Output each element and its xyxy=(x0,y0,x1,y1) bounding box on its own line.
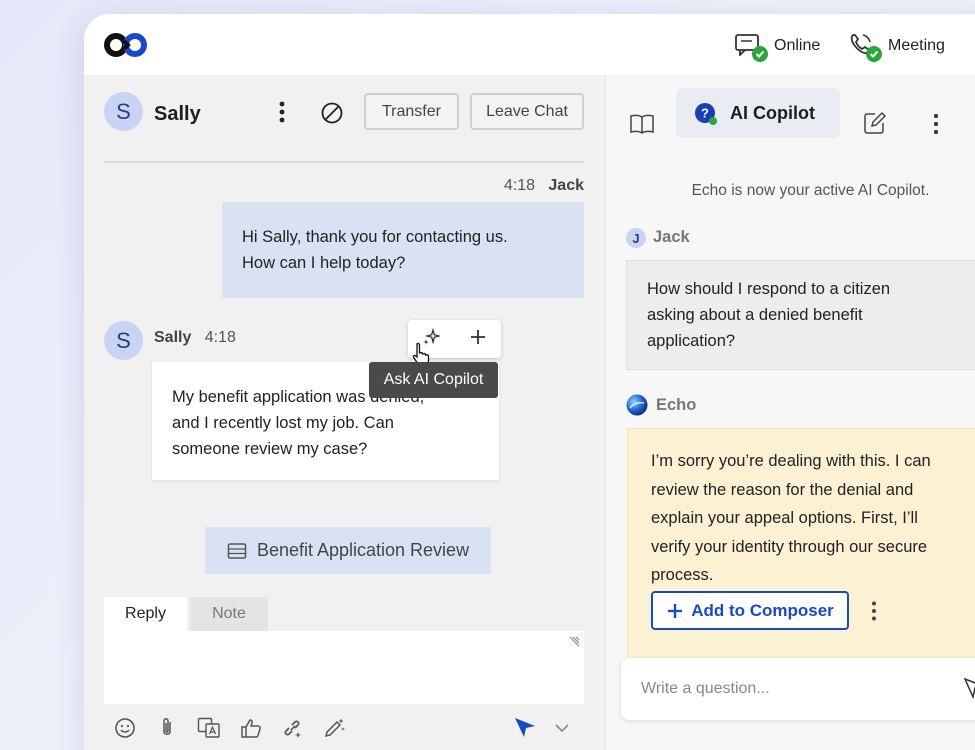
message-meta: 4:18 Jack xyxy=(504,177,584,195)
more-vertical-icon[interactable] xyxy=(929,112,943,136)
status-meeting[interactable]: Meeting xyxy=(848,32,945,62)
tab-note[interactable]: Note xyxy=(190,597,268,631)
copilot-help-icon: ? xyxy=(694,102,717,125)
app-window: Online Meeting S Sally Transfer Leave Ch… xyxy=(84,14,975,750)
agent-message-bubble: Hi Sally, thank you for contacting us. H… xyxy=(222,202,584,298)
plus-icon xyxy=(668,603,683,618)
edit-note-icon[interactable] xyxy=(863,111,887,135)
link-icon[interactable] xyxy=(280,715,306,741)
avatar: J xyxy=(626,228,646,248)
message-meta: Sally 4:18 xyxy=(154,329,236,347)
echo-avatar-icon xyxy=(626,394,648,416)
add-to-composer-button[interactable]: Add to Composer xyxy=(651,591,849,630)
transfer-button[interactable]: Transfer xyxy=(364,93,459,130)
question-input[interactable] xyxy=(641,680,941,698)
emoji-icon[interactable] xyxy=(112,715,138,741)
attachment-icon[interactable] xyxy=(154,715,180,741)
message-author: Sally xyxy=(154,329,192,346)
ask-copilot-tooltip: Ask AI Copilot xyxy=(369,362,498,398)
copilot-question-bubble: How should I respond to a citizen asking… xyxy=(626,260,975,370)
header-divider xyxy=(104,161,584,163)
knowledge-book-icon[interactable] xyxy=(629,113,655,135)
benefit-review-card-button[interactable]: Benefit Application Review xyxy=(205,527,491,574)
message-line: and I recently lost my job. Can xyxy=(172,414,394,432)
answer-line: explain your appeal options. First, I’ll xyxy=(651,509,918,527)
chat-status-icon xyxy=(734,32,768,62)
more-vertical-icon[interactable] xyxy=(274,99,290,125)
answer-line: review the reason for the denial and xyxy=(651,480,914,499)
message-line: How can I help today? xyxy=(242,254,406,272)
translate-icon[interactable] xyxy=(196,715,222,741)
phone-status-icon xyxy=(848,32,882,62)
status-online-label: Online xyxy=(774,37,821,54)
status-meeting-label: Meeting xyxy=(888,37,945,54)
send-icon[interactable] xyxy=(963,677,975,699)
question-line: How should I respond to a citizen xyxy=(647,280,891,298)
reply-textarea[interactable] xyxy=(104,631,584,704)
tab-ai-copilot[interactable]: ? AI Copilot xyxy=(676,88,840,138)
chat-panel: S Sally Transfer Leave Chat 4:18 Jack Hi… xyxy=(84,75,605,750)
brand-logo xyxy=(104,33,147,57)
message-time: 4:18 xyxy=(503,177,536,194)
send-icon[interactable] xyxy=(512,715,538,741)
check-icon xyxy=(752,46,768,62)
question-line: asking about a denied benefit xyxy=(647,306,863,324)
contact-name: Sally xyxy=(154,103,201,125)
leave-chat-button[interactable]: Leave Chat xyxy=(470,93,584,130)
avatar: S xyxy=(104,92,143,131)
block-icon[interactable] xyxy=(320,101,344,125)
list-card-icon xyxy=(227,542,247,559)
resize-handle-icon[interactable] xyxy=(568,635,580,647)
question-author: Jack xyxy=(653,228,690,246)
avatar: S xyxy=(104,321,143,360)
add-to-composer-label: Add to Composer xyxy=(691,600,834,620)
chevron-down-icon[interactable] xyxy=(554,721,570,735)
question-box xyxy=(621,658,975,720)
question-line: application? xyxy=(647,332,736,350)
message-line: someone review my case? xyxy=(172,440,368,458)
svg-text:?: ? xyxy=(701,106,709,121)
top-bar: Online Meeting xyxy=(84,14,975,75)
message-time: 4:18 xyxy=(204,329,236,346)
system-message: Echo is now your active AI Copilot. xyxy=(691,182,930,199)
copilot-panel: ? AI Copilot Echo is now your active AI … xyxy=(605,75,975,750)
thumbs-up-icon[interactable] xyxy=(238,715,264,741)
composer-toolbar xyxy=(112,715,364,741)
magic-pen-icon[interactable] xyxy=(322,715,348,741)
status-online[interactable]: Online xyxy=(734,32,821,62)
tab-ai-copilot-label: AI Copilot xyxy=(730,102,815,123)
echo-name: Echo xyxy=(656,396,697,414)
answer-line: I’m sorry you’re dealing with this. I ca… xyxy=(651,452,931,470)
tab-reply[interactable]: Reply xyxy=(104,597,187,631)
message-line: Hi Sally, thank you for contacting us. xyxy=(242,228,508,246)
more-vertical-icon[interactable] xyxy=(867,600,881,622)
plus-icon[interactable] xyxy=(469,328,487,351)
message-author: Jack xyxy=(548,177,584,194)
check-icon xyxy=(866,46,882,62)
answer-line: verify your identity through our secure xyxy=(651,537,928,556)
card-button-label: Benefit Application Review xyxy=(256,540,470,560)
answer-line: process. xyxy=(651,566,714,584)
